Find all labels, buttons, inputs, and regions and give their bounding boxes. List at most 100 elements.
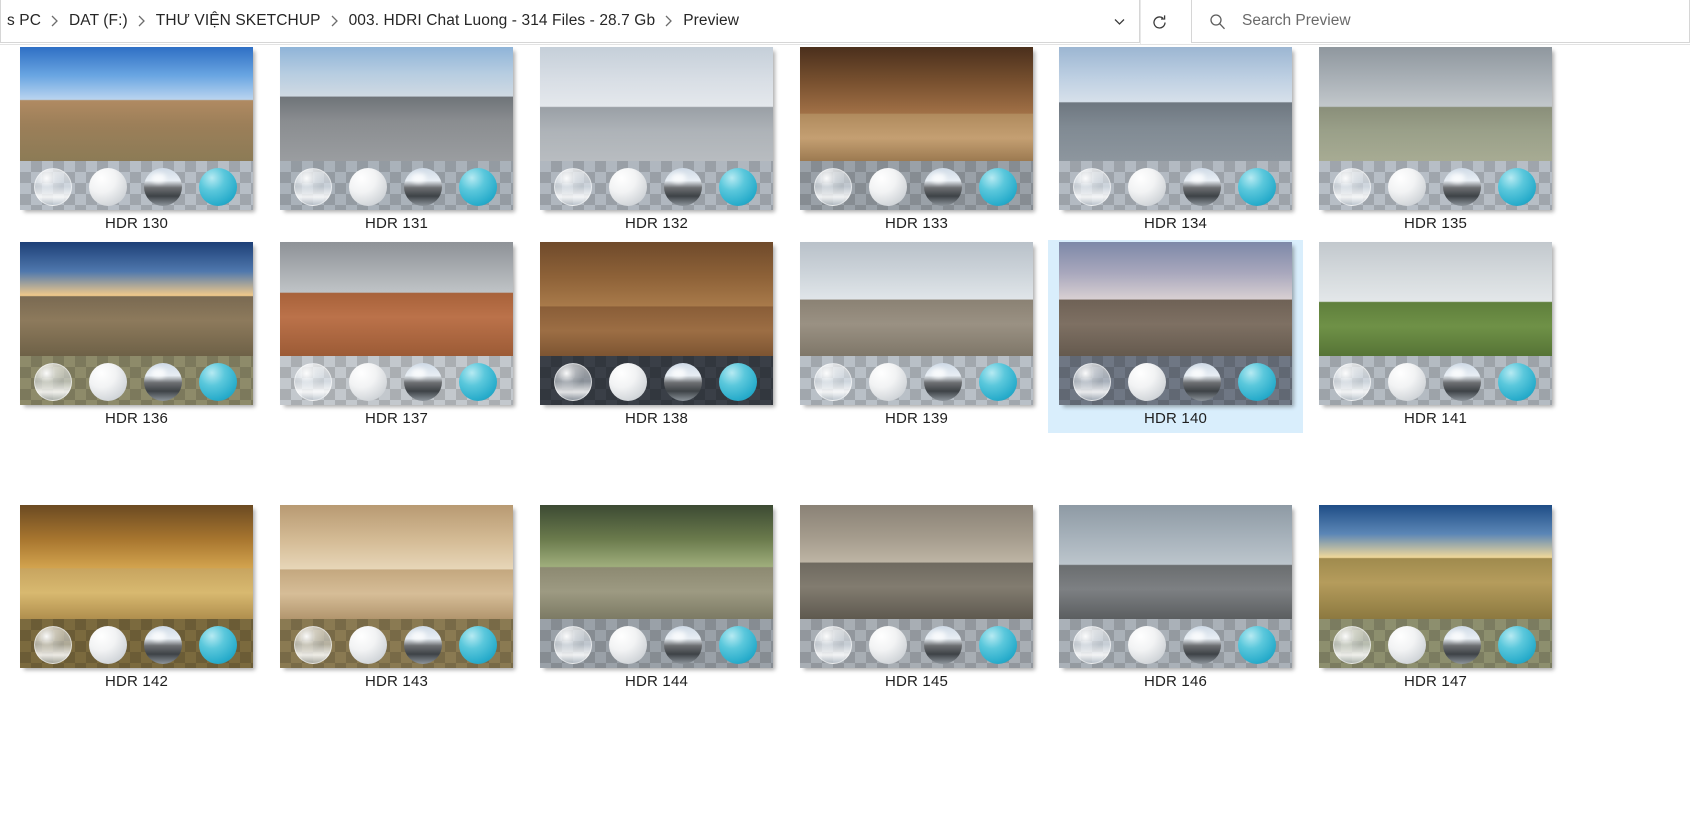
thumbnail-label[interactable]: HDR 137 bbox=[269, 410, 524, 427]
search-box[interactable] bbox=[1191, 0, 1690, 43]
thumbnail-label[interactable]: HDR 130 bbox=[9, 215, 264, 232]
thumbnail-label[interactable]: HDR 138 bbox=[529, 410, 784, 427]
glass-sphere bbox=[814, 168, 852, 206]
reference-sphere-floor bbox=[1059, 161, 1292, 210]
chrome-sphere bbox=[144, 626, 182, 664]
thumbnail-cell[interactable]: HDR 141 bbox=[1308, 240, 1563, 433]
chrome-sphere bbox=[1183, 363, 1221, 401]
thumbnail-label[interactable]: HDR 141 bbox=[1308, 410, 1563, 427]
thumbnail-label[interactable]: HDR 132 bbox=[529, 215, 784, 232]
panorama-image bbox=[1319, 242, 1552, 356]
hdri-preview-thumbnail[interactable] bbox=[1059, 505, 1292, 668]
diffuse-white-sphere bbox=[1388, 626, 1426, 664]
breadcrumb-item-3[interactable]: 003. HDRI Chat Luong - 314 Files - 28.7 … bbox=[345, 10, 660, 32]
reference-sphere-floor bbox=[280, 619, 513, 668]
glass-sphere bbox=[554, 168, 592, 206]
thumbnail-label[interactable]: HDR 144 bbox=[529, 673, 784, 690]
thumbnail-cell[interactable]: HDR 132 bbox=[529, 45, 784, 238]
diffuse-white-sphere bbox=[349, 626, 387, 664]
cyan-glossy-sphere bbox=[1238, 168, 1276, 206]
thumbnail-label[interactable]: HDR 133 bbox=[789, 215, 1044, 232]
thumbnail-label[interactable]: HDR 146 bbox=[1048, 673, 1303, 690]
glass-sphere bbox=[294, 363, 332, 401]
panorama-image bbox=[280, 47, 513, 161]
breadcrumb-bar[interactable]: s PC DAT (F:) THƯ VIỆN SKETCHUP 003. HDR… bbox=[0, 0, 1140, 43]
hdri-preview-thumbnail[interactable] bbox=[800, 47, 1033, 210]
hdri-preview-thumbnail[interactable] bbox=[20, 242, 253, 405]
diffuse-white-sphere bbox=[609, 363, 647, 401]
cyan-glossy-sphere bbox=[459, 363, 497, 401]
glass-sphere bbox=[554, 626, 592, 664]
hdri-preview-thumbnail[interactable] bbox=[1059, 242, 1292, 405]
thumbnail-label[interactable]: HDR 134 bbox=[1048, 215, 1303, 232]
thumbnail-cell[interactable]: HDR 147 bbox=[1308, 503, 1563, 703]
chrome-sphere bbox=[664, 168, 702, 206]
breadcrumb-item-4[interactable]: Preview bbox=[679, 10, 743, 32]
thumbnail-label[interactable]: HDR 135 bbox=[1308, 215, 1563, 232]
cyan-glossy-sphere bbox=[719, 363, 757, 401]
reference-sphere-floor bbox=[1319, 619, 1552, 668]
thumbnail-cell[interactable]: HDR 133 bbox=[789, 45, 1044, 238]
breadcrumb-item-0[interactable]: s PC bbox=[3, 10, 45, 32]
glass-sphere bbox=[1333, 363, 1371, 401]
breadcrumb-item-2[interactable]: THƯ VIỆN SKETCHUP bbox=[152, 10, 325, 32]
thumbnail-cell[interactable]: HDR 138 bbox=[529, 240, 784, 433]
panorama-image bbox=[800, 47, 1033, 161]
search-input[interactable] bbox=[1242, 0, 1689, 42]
thumbnail-label[interactable]: HDR 140 bbox=[1048, 410, 1303, 427]
thumbnail-cell[interactable]: HDR 144 bbox=[529, 503, 784, 703]
panorama-image bbox=[280, 505, 513, 619]
reference-sphere-floor bbox=[540, 356, 773, 405]
thumbnail-label[interactable]: HDR 136 bbox=[9, 410, 264, 427]
hdri-preview-thumbnail[interactable] bbox=[1319, 242, 1552, 405]
reference-sphere-floor bbox=[20, 619, 253, 668]
thumbnail-label[interactable]: HDR 143 bbox=[269, 673, 524, 690]
hdri-preview-thumbnail[interactable] bbox=[800, 505, 1033, 668]
diffuse-white-sphere bbox=[1128, 626, 1166, 664]
panorama-image bbox=[280, 242, 513, 356]
hdri-preview-thumbnail[interactable] bbox=[20, 47, 253, 210]
thumbnail-cell[interactable]: HDR 137 bbox=[269, 240, 524, 433]
thumbnail-cell[interactable]: HDR 146 bbox=[1048, 503, 1303, 703]
cyan-glossy-sphere bbox=[1498, 363, 1536, 401]
thumbnail-cell[interactable]: HDR 131 bbox=[269, 45, 524, 238]
hdri-preview-thumbnail[interactable] bbox=[1059, 47, 1292, 210]
thumbnail-label[interactable]: HDR 139 bbox=[789, 410, 1044, 427]
chrome-sphere bbox=[1443, 363, 1481, 401]
glass-sphere bbox=[1333, 168, 1371, 206]
hdri-preview-thumbnail[interactable] bbox=[1319, 505, 1552, 668]
chevron-right-icon bbox=[45, 15, 65, 27]
thumbnail-label[interactable]: HDR 131 bbox=[269, 215, 524, 232]
thumbnail-cell[interactable]: HDR 145 bbox=[789, 503, 1044, 703]
cyan-glossy-sphere bbox=[459, 626, 497, 664]
chrome-sphere bbox=[924, 626, 962, 664]
thumbnail-label[interactable]: HDR 147 bbox=[1308, 673, 1563, 690]
reference-sphere-floor bbox=[280, 161, 513, 210]
hdri-preview-thumbnail[interactable] bbox=[540, 505, 773, 668]
thumbnail-cell[interactable]: HDR 143 bbox=[269, 503, 524, 703]
hdri-preview-thumbnail[interactable] bbox=[20, 505, 253, 668]
thumbnail-cell[interactable]: HDR 130 bbox=[9, 45, 264, 238]
thumbnail-cell[interactable]: HDR 136 bbox=[9, 240, 264, 433]
chevron-down-icon[interactable] bbox=[1099, 0, 1139, 42]
thumbnail-cell[interactable]: HDR 135 bbox=[1308, 45, 1563, 238]
thumbnail-label[interactable]: HDR 145 bbox=[789, 673, 1044, 690]
thumbnail-cell[interactable]: HDR 134 bbox=[1048, 45, 1303, 238]
breadcrumb-item-1[interactable]: DAT (F:) bbox=[65, 10, 132, 32]
hdri-preview-thumbnail[interactable] bbox=[540, 242, 773, 405]
cyan-glossy-sphere bbox=[719, 626, 757, 664]
hdri-preview-thumbnail[interactable] bbox=[280, 242, 513, 405]
thumbnail-label[interactable]: HDR 142 bbox=[9, 673, 264, 690]
thumbnail-cell[interactable]: HDR 140 bbox=[1048, 240, 1303, 433]
hdri-preview-thumbnail[interactable] bbox=[800, 242, 1033, 405]
search-icon bbox=[1192, 13, 1242, 30]
hdri-preview-thumbnail[interactable] bbox=[280, 505, 513, 668]
thumbnail-cell[interactable]: HDR 139 bbox=[789, 240, 1044, 433]
reference-sphere-floor bbox=[540, 161, 773, 210]
panorama-image bbox=[1319, 505, 1552, 619]
refresh-icon[interactable] bbox=[1140, 0, 1178, 44]
hdri-preview-thumbnail[interactable] bbox=[1319, 47, 1552, 210]
hdri-preview-thumbnail[interactable] bbox=[540, 47, 773, 210]
hdri-preview-thumbnail[interactable] bbox=[280, 47, 513, 210]
thumbnail-cell[interactable]: HDR 142 bbox=[9, 503, 264, 703]
